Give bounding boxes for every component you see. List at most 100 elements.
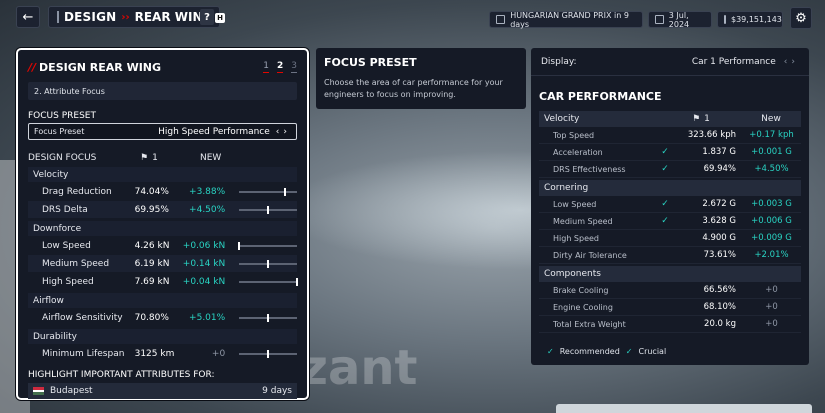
- design-attribute-row[interactable]: High Speed 7.69 kN +0.04 kN: [28, 273, 299, 290]
- display-value: Car 1 Performance: [691, 56, 776, 67]
- attribute-name: Minimum Lifespan: [42, 348, 125, 359]
- crucial-check-icon: ✓: [625, 347, 633, 356]
- performance-name: Acceleration: [553, 147, 603, 157]
- attribute-name: High Speed: [42, 276, 94, 287]
- performance-new-value: +0.003 G: [751, 199, 792, 209]
- slashes-icon: //: [28, 60, 37, 74]
- step-2[interactable]: 2: [277, 61, 284, 73]
- performance-value: 4.900 G: [702, 233, 736, 243]
- performance-name: Brake Cooling: [553, 285, 609, 295]
- new-column-header: NEW: [200, 153, 222, 163]
- design-attribute-row[interactable]: Airflow Sensitivity 70.80% +5.01%: [28, 309, 298, 326]
- gear-icon: ⚙: [795, 10, 807, 26]
- performance-row: Low Speed ✓ 2.672 G +0.003 G: [539, 196, 801, 213]
- performance-row: Dirty Air Tolerance 73.61% +2.01%: [539, 247, 801, 264]
- design-group-header: Velocity: [28, 167, 297, 182]
- performance-group-header: Velocity ⚑ 1 New: [539, 111, 801, 127]
- car-performance-table: Velocity ⚑ 1 New Top Speed 323.66 kph +0.17 kp…: [539, 111, 801, 333]
- car-performance-title: CAR PERFORMANCE: [539, 90, 662, 103]
- highlight-label: HIGHLIGHT IMPORTANT ATTRIBUTES FOR:: [28, 370, 215, 380]
- step-1[interactable]: 1: [263, 61, 269, 73]
- track-days: 9 days: [262, 386, 292, 396]
- focus-info-description: Choose the area of car performance for y…: [324, 78, 503, 99]
- performance-row: Brake Cooling 66.56% +0: [539, 282, 801, 299]
- balance-display[interactable]: $39,151,143: [717, 11, 783, 28]
- attribute-value: 3125 km: [134, 348, 175, 359]
- slider-handle[interactable]: [267, 313, 270, 322]
- background-sponsor-text: zant: [300, 340, 418, 396]
- slider-handle[interactable]: [267, 205, 270, 214]
- attribute-new-value: +0.06 kN: [182, 240, 226, 251]
- step-indicator: 1 2 3: [263, 61, 297, 73]
- attribute-slider[interactable]: [239, 313, 298, 322]
- design-group-header: Airflow: [28, 293, 297, 308]
- performance-name: Total Extra Weight: [553, 319, 626, 329]
- performance-name: High Speed: [553, 233, 600, 243]
- performance-name: Dirty Air Tolerance: [553, 250, 627, 260]
- design-attribute-row[interactable]: DRS Delta 69.95% +4.50%: [28, 201, 298, 218]
- attribute-slider[interactable]: [239, 205, 298, 214]
- attribute-value: 69.95%: [134, 204, 169, 215]
- help-button[interactable]: ?: [200, 9, 214, 25]
- attribute-focus-step: 2. Attribute Focus: [28, 82, 297, 100]
- attribute-value: 74.04%: [134, 186, 169, 197]
- performance-row: Total Extra Weight 20.0 kg +0: [539, 316, 801, 333]
- design-attribute-row[interactable]: Low Speed 4.26 kN +0.06 kN: [28, 237, 298, 254]
- performance-name: Top Speed: [553, 130, 595, 140]
- attribute-value: 7.69 kN: [134, 276, 170, 287]
- check-icon: ✓: [661, 147, 669, 157]
- performance-new-value: +4.50%: [754, 164, 789, 174]
- track-name: Budapest: [50, 386, 93, 396]
- performance-row: High Speed 4.900 G +0.009 G: [539, 230, 801, 247]
- attribute-slider[interactable]: [239, 259, 298, 268]
- slider-handle[interactable]: [267, 349, 270, 358]
- check-icon: ✓: [661, 164, 669, 174]
- driver-icon: ⚑: [140, 153, 149, 163]
- slider-handle[interactable]: [238, 241, 241, 250]
- check-icon: ✓: [661, 216, 669, 226]
- display-selector[interactable]: Display: Car 1 Performance ‹›: [531, 48, 809, 76]
- design-attribute-row[interactable]: Minimum Lifespan 3125 km +0: [28, 345, 298, 362]
- attribute-new-value: +0.04 kN: [182, 276, 226, 287]
- attribute-name: Airflow Sensitivity: [42, 312, 123, 323]
- performance-row: Medium Speed ✓ 3.628 G +0.006 G: [539, 213, 801, 230]
- attribute-value: 4.26 kN: [134, 240, 170, 251]
- settings-button[interactable]: ⚙: [790, 7, 812, 29]
- car-performance-panel: Display: Car 1 Performance ‹› CAR PERFOR…: [531, 48, 809, 365]
- attribute-slider[interactable]: [238, 241, 298, 250]
- design-attribute-row[interactable]: Drag Reduction 74.04% +3.88%: [28, 183, 298, 200]
- attribute-new-value: +5.01%: [189, 312, 226, 323]
- slider-handle[interactable]: [296, 277, 299, 286]
- step-3[interactable]: 3: [291, 61, 297, 73]
- performance-name: DRS Effectiveness: [553, 164, 626, 174]
- check-icon: ✓: [661, 199, 669, 209]
- date-display[interactable]: 3 Jul, 2024: [648, 11, 712, 29]
- focus-preset-info-panel: FOCUS PRESET Choose the area of car perf…: [316, 48, 526, 109]
- event-icon: [496, 15, 506, 24]
- design-group-header: Durability: [28, 329, 297, 344]
- attribute-slider[interactable]: [239, 349, 298, 358]
- focus-preset-selector[interactable]: Focus Preset High Speed Performance ‹›: [28, 123, 297, 140]
- performance-group-header: Components: [539, 266, 801, 282]
- performance-value: 69.94%: [703, 164, 736, 174]
- slider-handle[interactable]: [267, 259, 270, 268]
- design-rear-wing-panel: // DESIGN REAR WING 1 2 3 2. Attribute F…: [16, 48, 309, 400]
- focus-info-title: FOCUS PRESET: [324, 56, 417, 69]
- attribute-slider[interactable]: [239, 277, 299, 286]
- performance-new-value: +0.17 kph: [749, 130, 794, 140]
- chevron-left-right-icon[interactable]: ‹›: [784, 57, 799, 67]
- chevron-left-right-icon[interactable]: ‹›: [276, 127, 291, 137]
- attribute-slider[interactable]: [239, 187, 298, 196]
- highlight-track-selector[interactable]: Budapest 9 days: [28, 383, 297, 399]
- design-attribute-row[interactable]: Medium Speed 6.19 kN +0.14 kN: [28, 255, 298, 272]
- performance-new-value: +0: [765, 302, 778, 312]
- back-button[interactable]: ←: [16, 6, 40, 28]
- driver-icon: ⚑: [692, 114, 701, 124]
- event-countdown[interactable]: HUNGARIAN GRAND PRIX in 9 days: [489, 11, 643, 29]
- slider-handle[interactable]: [284, 187, 287, 196]
- help-key-hint: H: [215, 13, 225, 23]
- performance-new-value: +0.006 G: [751, 216, 792, 226]
- performance-name: Low Speed: [553, 199, 597, 209]
- attribute-name: Low Speed: [42, 240, 91, 251]
- attribute-new-value: +0: [211, 348, 226, 359]
